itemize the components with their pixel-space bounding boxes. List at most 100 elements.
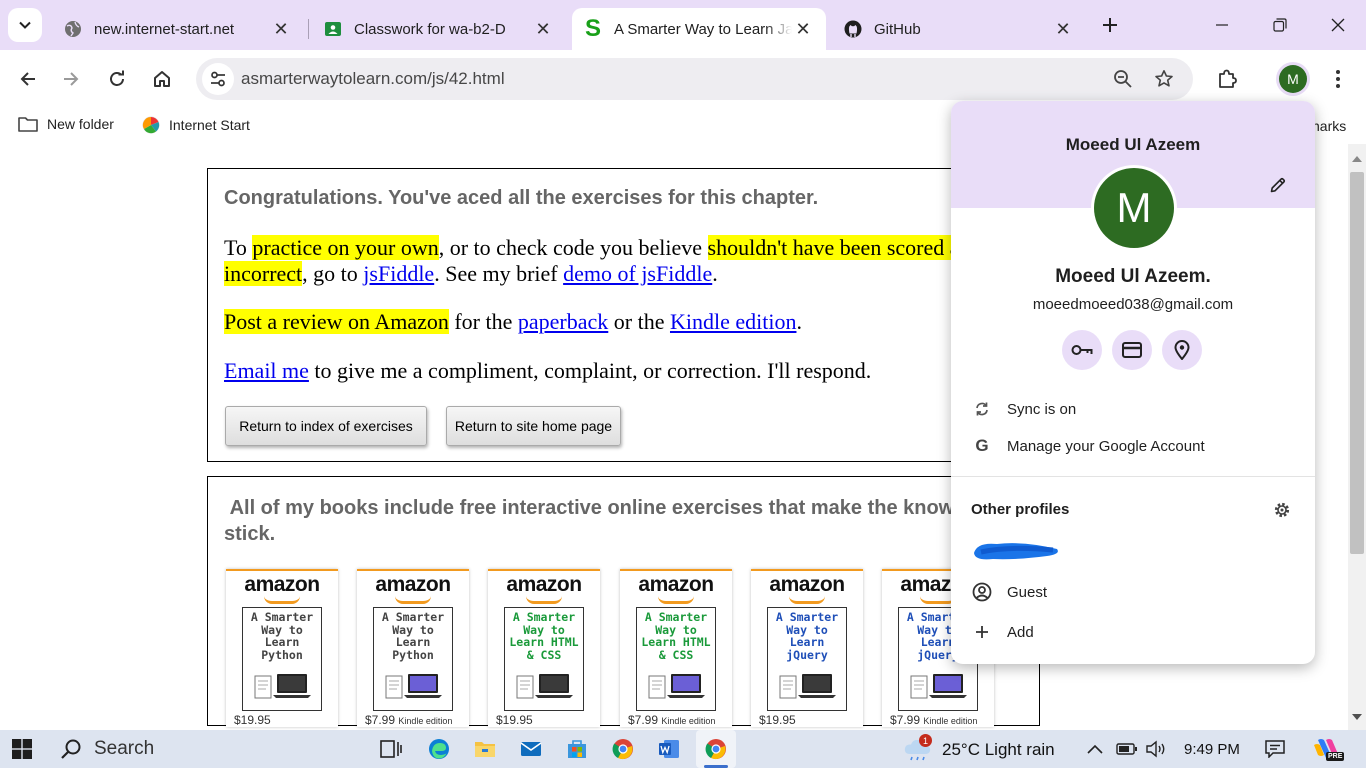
scroll-down-arrow[interactable] [1352, 714, 1362, 720]
mail-button[interactable] [512, 730, 550, 768]
chevron-up-icon [1087, 744, 1103, 754]
bookmark-new-folder[interactable]: New folder [18, 116, 114, 132]
file-explorer-button[interactable] [466, 730, 504, 768]
kindle-edition-link[interactable]: Kindle edition [670, 309, 796, 334]
payment-methods-button[interactable] [1112, 330, 1152, 370]
book-cover: A Smarter Way to Learn Python [242, 607, 322, 711]
gear-icon [1274, 502, 1290, 518]
other-profiles-heading: Other profiles [971, 501, 1070, 518]
close-window-button[interactable] [1309, 0, 1366, 50]
bookmark-star-button[interactable] [1151, 66, 1177, 92]
paperback-link[interactable]: paperback [518, 309, 608, 334]
home-button[interactable] [145, 62, 179, 96]
text: . [712, 261, 718, 286]
tab-classroom[interactable]: Classwork for wa-b2-D ✕ [310, 8, 566, 50]
sync-icon [971, 398, 993, 420]
chrome-icon [612, 739, 633, 760]
copilot-button[interactable]: PRE [1306, 730, 1346, 768]
search-icon [61, 739, 81, 759]
tab-strip: new.internet-start.net ✕ Classwork for w… [0, 0, 1366, 50]
forward-button[interactable] [54, 62, 88, 96]
page-scrollbar[interactable] [1348, 144, 1366, 730]
minimize-button[interactable] [1193, 0, 1251, 50]
manage-profiles-button[interactable] [1271, 499, 1293, 521]
notifications-button[interactable] [1260, 730, 1290, 768]
store-button[interactable] [558, 730, 596, 768]
windows-taskbar: Search 1 25°C Light rain 9:49 PM PRE [0, 730, 1366, 768]
battery-indicator[interactable] [1114, 730, 1140, 768]
chrome-active-taskbar-button[interactable] [696, 730, 736, 768]
new-tab-button[interactable] [1096, 11, 1124, 39]
book-card[interactable]: amazon A Smarter Way to Learn HTML & CSS $… [620, 569, 732, 727]
tab-search-button[interactable] [8, 8, 42, 42]
tab-smarter-way-active[interactable]: S A Smarter Way to Learn JavaScript ✕ [572, 8, 826, 50]
close-tab-icon[interactable]: ✕ [792, 18, 814, 40]
amazon-logo: amazon [638, 573, 714, 596]
bookmark-internet-start[interactable]: Internet Start [142, 116, 250, 134]
menu-divider [951, 476, 1315, 477]
book-title: A Smarter Way to Learn jQuery [775, 610, 839, 662]
tab-github[interactable]: GitHub ✕ [830, 8, 1086, 50]
close-tab-icon[interactable]: ✕ [532, 18, 554, 40]
edit-profile-button[interactable] [1267, 174, 1289, 196]
menu-button[interactable] [1321, 62, 1355, 96]
edge-icon [429, 739, 449, 759]
zoom-button[interactable] [1110, 66, 1136, 92]
task-view-button[interactable] [372, 730, 410, 768]
chrome-taskbar-button[interactable] [604, 730, 642, 768]
redacted-profile-scribble[interactable] [969, 537, 1063, 565]
reload-button[interactable] [100, 62, 134, 96]
back-button[interactable] [11, 62, 45, 96]
text: To [224, 235, 253, 260]
volume-button[interactable] [1142, 730, 1170, 768]
edge-taskbar-button[interactable] [420, 730, 458, 768]
close-tab-icon[interactable]: ✕ [1052, 18, 1074, 40]
profile-avatar-button[interactable]: M [1279, 65, 1307, 93]
puzzle-icon [1219, 69, 1237, 88]
price-value: $7.99 [890, 713, 921, 727]
return-home-button[interactable]: Return to site home page [446, 406, 621, 446]
manage-google-account-row[interactable]: G Manage your Google Account [971, 432, 1295, 460]
taskbar-search[interactable]: Search [46, 730, 366, 768]
url-text[interactable]: asmarterwaytolearn.com/js/42.html [241, 69, 505, 89]
word-button[interactable] [650, 730, 688, 768]
windows-logo-icon [12, 739, 32, 759]
amazon-smile-icon [395, 596, 431, 604]
browser-toolbar: asmarterwaytolearn.com/js/42.html M [0, 50, 1366, 108]
weather-widget-icon[interactable]: 1 [900, 730, 936, 768]
show-hidden-icons-button[interactable] [1084, 730, 1106, 768]
book-price: $19.95 [759, 713, 796, 727]
site-info-button[interactable] [202, 63, 234, 95]
devices-icon [648, 674, 705, 699]
extensions-button[interactable] [1210, 62, 1244, 96]
avatar-initial: M [1116, 184, 1152, 231]
scroll-up-arrow[interactable] [1352, 156, 1362, 162]
book-card[interactable]: amazon A Smarter Way to Learn Python $7.99… [357, 569, 469, 727]
plus-icon [971, 621, 993, 643]
tab-internet-start[interactable]: new.internet-start.net ✕ [50, 8, 304, 50]
start-button[interactable] [0, 730, 44, 768]
weather-text[interactable]: 25°C Light rain [942, 740, 1055, 760]
all-bookmarks-label[interactable]: narks [1312, 118, 1346, 134]
book-card[interactable]: amazon A Smarter Way to Learn Python $19.9… [226, 569, 338, 727]
address-bar[interactable]: asmarterwaytolearn.com/js/42.html [196, 58, 1193, 100]
jsfiddle-link[interactable]: jsFiddle [363, 261, 434, 286]
book-card[interactable]: amazon A Smarter Way to Learn HTML & CSS $… [488, 569, 600, 727]
restore-button[interactable] [1251, 0, 1309, 50]
addresses-button[interactable] [1162, 330, 1202, 370]
demo-jsfiddle-link[interactable]: demo of jsFiddle [563, 261, 712, 286]
guest-profile-row[interactable]: Guest [971, 578, 1295, 606]
close-tab-icon[interactable]: ✕ [270, 18, 292, 40]
email-me-link[interactable]: Email me [224, 358, 309, 383]
word-icon [659, 740, 679, 758]
add-profile-row[interactable]: Add [971, 618, 1295, 646]
sync-status-row[interactable]: Sync is on [971, 395, 1295, 423]
clock[interactable]: 9:49 PM [1184, 741, 1240, 758]
books-heading: All of my books include free interactive… [224, 495, 1024, 547]
return-index-button[interactable]: Return to index of exercises [225, 406, 427, 446]
scrollbar-thumb[interactable] [1350, 172, 1364, 554]
passwords-button[interactable] [1062, 330, 1102, 370]
book-card[interactable]: amazon A Smarter Way to Learn jQuery $19.9… [751, 569, 863, 727]
key-icon [1071, 345, 1093, 355]
amazon-logo: amazon [506, 573, 582, 596]
